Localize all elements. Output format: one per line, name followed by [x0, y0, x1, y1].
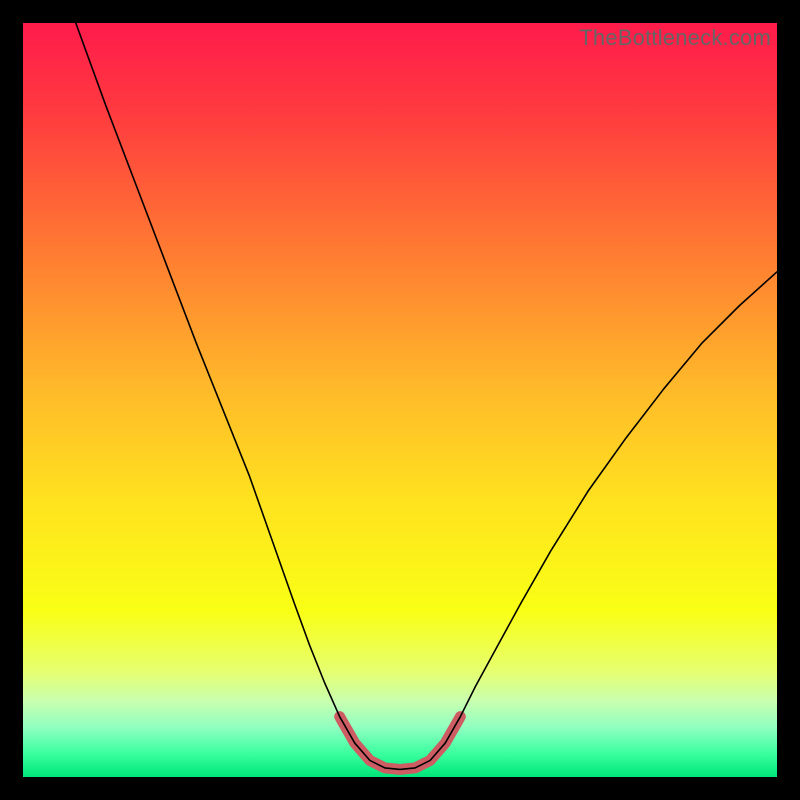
chart-frame: TheBottleneck.com [0, 0, 800, 800]
plot-area: TheBottleneck.com [23, 23, 777, 777]
gradient-background [23, 23, 777, 777]
chart-svg [23, 23, 777, 777]
watermark-text: TheBottleneck.com [579, 25, 771, 51]
